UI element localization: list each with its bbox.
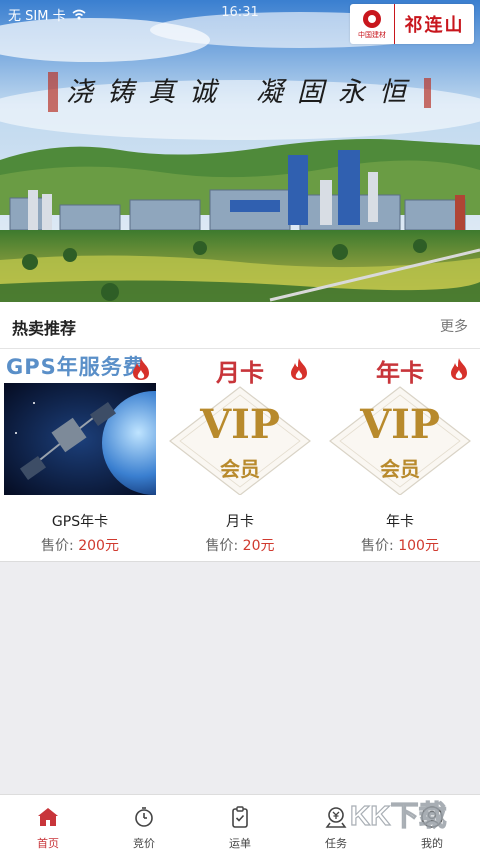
tab-bar: 首页 竞价 运单 任务 我的 xyxy=(0,794,480,853)
flame-icon xyxy=(451,358,467,380)
product-card-title: 月卡 xyxy=(216,358,264,387)
vip-badge-sub: 会员 xyxy=(380,457,420,481)
home-icon xyxy=(38,808,58,826)
flame-icon xyxy=(291,358,307,380)
tab-tasks[interactable]: 任务 xyxy=(288,795,384,853)
price-value: 20元 xyxy=(242,538,275,554)
calligraphy-seal xyxy=(48,72,58,112)
section-title: 热卖推荐 xyxy=(12,319,77,338)
tab-home[interactable]: 首页 xyxy=(0,795,96,853)
product-card-title: 年卡 xyxy=(376,358,424,387)
tab-mine[interactable]: 我的 xyxy=(384,795,480,853)
tab-label: 运单 xyxy=(229,837,251,850)
clipboard-check-icon xyxy=(232,806,248,828)
stopwatch-icon xyxy=(135,807,153,827)
product-card-monthly[interactable]: 月卡 VIP 会员 月卡 售价: 20元 xyxy=(160,349,320,561)
tab-waybill[interactable]: 运单 xyxy=(192,795,288,853)
status-bar: 无 SIM 卡 16:31 xyxy=(0,0,480,26)
money-pin-icon xyxy=(325,807,347,828)
vip-badge-text: VIP xyxy=(360,401,440,448)
product-name: 月卡 xyxy=(226,514,254,530)
product-card-title: GPS年服务费 xyxy=(6,355,145,379)
flame-icon xyxy=(133,358,149,380)
product-card-gps[interactable]: GPS年服务费 GPS年卡 售价: 200元 xyxy=(0,349,160,561)
product-name: GPS年卡 xyxy=(51,514,109,530)
price-label: 售价: xyxy=(205,538,239,554)
product-list: GPS年服务费 GPS年卡 售价: 200元 月卡 VIP 会员 月卡 售价: … xyxy=(0,349,480,562)
tab-bidding[interactable]: 竞价 xyxy=(96,795,192,853)
product-card-yearly[interactable]: 年卡 VIP 会员 年卡 售价: 100元 xyxy=(320,349,480,561)
banner-slogan-right: 凝固永恒 xyxy=(256,77,420,108)
tab-label: 任务 xyxy=(325,837,347,850)
banner-slogan-left: 浇铸真诚 xyxy=(66,77,230,108)
price-label: 售价: xyxy=(361,538,394,554)
user-icon xyxy=(421,806,443,828)
price-value: 200元 xyxy=(78,538,119,554)
price-label: 售价: xyxy=(41,538,74,554)
tab-label: 我的 xyxy=(421,837,443,850)
product-price: 售价: 20元 xyxy=(160,535,320,555)
hot-recommend-header: 热卖推荐 更多 xyxy=(0,302,480,349)
price-value: 100元 xyxy=(398,538,439,554)
product-name: 年卡 xyxy=(386,514,414,530)
banner-landscape xyxy=(0,0,480,302)
calligraphy-signature xyxy=(424,78,431,108)
vip-badge-sub: 会员 xyxy=(220,457,260,481)
banner-image[interactable]: 浇铸真诚 凝固永恒 中国建材 祁连山 xyxy=(0,0,480,302)
tab-label: 竞价 xyxy=(133,837,155,850)
status-time: 16:31 xyxy=(221,5,259,20)
brand-sub: 中国建材 xyxy=(358,30,386,39)
vip-badge-text: VIP xyxy=(200,401,280,448)
tab-label: 首页 xyxy=(37,837,59,850)
more-link[interactable]: 更多 xyxy=(440,316,468,336)
product-price: 售价: 100元 xyxy=(320,535,480,555)
product-price: 售价: 200元 xyxy=(0,535,160,555)
